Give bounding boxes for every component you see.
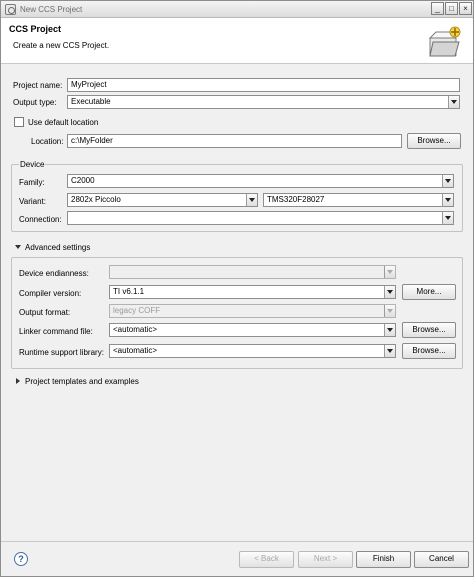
advanced-settings-expand-icon[interactable] <box>15 245 21 249</box>
use-default-location-label: Use default location <box>28 118 99 127</box>
output-format-value: legacy COFF <box>113 306 161 315</box>
output-format-select: legacy COFF <box>109 304 396 318</box>
close-button[interactable]: × <box>459 2 472 15</box>
maximize-button[interactable]: □ <box>445 2 458 15</box>
output-format-label: Output format: <box>19 308 71 317</box>
chevron-down-icon[interactable] <box>442 175 453 187</box>
back-button: < Back <box>239 551 294 568</box>
chevron-down-icon[interactable] <box>442 212 453 224</box>
new-ccs-project-dialog: New CCS Project _ □ × CCS Project Create… <box>0 0 474 577</box>
use-default-location-checkbox[interactable] <box>14 117 24 127</box>
variant-value: 2802x Piccolo <box>71 195 121 204</box>
family-label: Family: <box>19 178 45 187</box>
chevron-down-icon[interactable] <box>442 194 453 206</box>
chevron-down-icon <box>384 266 395 278</box>
chevron-down-icon <box>384 305 395 317</box>
title-bar[interactable]: New CCS Project _ □ × <box>1 1 473 18</box>
variant-select[interactable]: 2802x Piccolo <box>67 193 258 207</box>
compiler-version-select[interactable]: TI v6.1.1 <box>109 285 396 299</box>
linker-command-file-label: Linker command file: <box>19 327 93 336</box>
minimize-icon: _ <box>435 4 440 13</box>
output-type-value: Executable <box>71 97 111 106</box>
project-name-label: Project name: <box>13 81 63 90</box>
location-label: Location: <box>31 137 64 146</box>
next-button: Next > <box>298 551 353 568</box>
window-title: New CCS Project <box>20 5 83 14</box>
chevron-down-icon[interactable] <box>448 96 459 108</box>
variant-label: Variant: <box>19 197 46 206</box>
page-description: Create a new CCS Project. <box>13 41 110 50</box>
runtime-support-library-label: Runtime support library: <box>19 348 104 357</box>
more-button[interactable]: More... <box>402 284 456 300</box>
close-icon: × <box>463 4 468 13</box>
output-type-label: Output type: <box>13 98 57 107</box>
page-title: CCS Project <box>9 24 62 34</box>
family-value: C2000 <box>71 176 95 185</box>
cancel-button[interactable]: Cancel <box>414 551 469 568</box>
runtime-browse-button[interactable]: Browse... <box>402 343 456 359</box>
maximize-icon: □ <box>449 4 454 13</box>
chevron-down-icon[interactable] <box>384 324 395 336</box>
device-group-title: Device <box>19 160 46 169</box>
compiler-version-value: TI v6.1.1 <box>113 287 145 296</box>
linker-command-file-select[interactable]: <automatic> <box>109 323 396 337</box>
folder-wizard-icon <box>428 26 461 57</box>
advanced-settings-toggle[interactable]: Advanced settings <box>25 243 90 252</box>
footer-separator <box>1 541 473 542</box>
connection-label: Connection: <box>19 215 62 224</box>
project-templates-toggle[interactable]: Project templates and examples <box>25 377 139 386</box>
output-type-select[interactable]: Executable <box>67 95 460 109</box>
chevron-down-icon[interactable] <box>384 345 395 357</box>
variant-chip-select[interactable]: TMS320F28027 <box>263 193 454 207</box>
device-endianness-label: Device endianness: <box>19 269 89 278</box>
linker-command-file-value: <automatic> <box>113 325 158 334</box>
wizard-header: CCS Project Create a new CCS Project. <box>1 18 473 64</box>
family-select[interactable]: C2000 <box>67 174 454 188</box>
project-name-field[interactable]: MyProject <box>67 78 460 92</box>
templates-expand-icon[interactable] <box>16 378 20 384</box>
runtime-support-library-value: <automatic> <box>113 346 158 355</box>
chevron-down-icon[interactable] <box>246 194 257 206</box>
minimize-button[interactable]: _ <box>431 2 444 15</box>
variant-chip-value: TMS320F28027 <box>267 195 325 204</box>
device-endianness-select <box>109 265 396 279</box>
runtime-support-library-select[interactable]: <automatic> <box>109 344 396 358</box>
connection-select[interactable] <box>67 211 454 225</box>
linker-browse-button[interactable]: Browse... <box>402 322 456 338</box>
location-field[interactable]: c:\MyFolder <box>67 134 402 148</box>
chevron-down-icon[interactable] <box>384 286 395 298</box>
location-browse-button[interactable]: Browse... <box>407 133 461 149</box>
compiler-version-label: Compiler version: <box>19 289 82 298</box>
app-icon <box>5 4 16 15</box>
finish-button[interactable]: Finish <box>356 551 411 568</box>
help-icon[interactable]: ? <box>14 552 28 566</box>
